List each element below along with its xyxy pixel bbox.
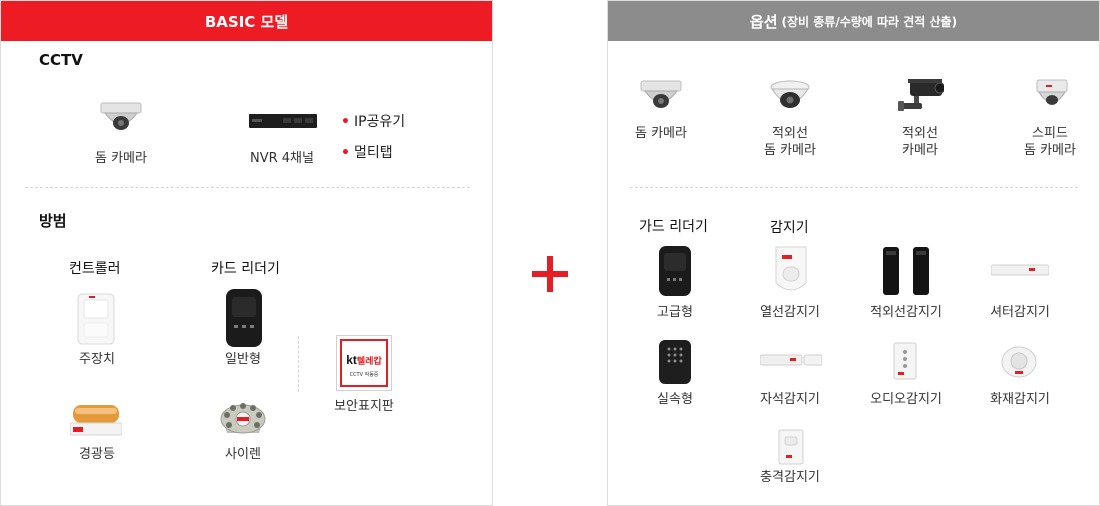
option-camera-4-label: 스피드 돔 카메라 [1000, 125, 1100, 159]
siren-label: 사이렌 [225, 447, 261, 462]
warning-light-label: 경광등 [79, 447, 115, 462]
dome-camera-icon [640, 80, 682, 108]
basic-divider [25, 187, 470, 188]
plus-icon [532, 256, 568, 292]
option-sensor-title: 감지기 [770, 220, 809, 236]
warning-light-icon [70, 405, 122, 436]
sensor-label-4: 자석감지기 [760, 392, 820, 407]
card-reader-group-title: 카드 리더기 [211, 261, 280, 277]
option-camera-3-line1: 적외선 [902, 126, 938, 141]
card-reader-label: 일반형 [225, 352, 261, 367]
option-divider [630, 187, 1078, 188]
sensor-label-2: 적외선감지기 [870, 305, 942, 320]
option-camera-2-line1: 적외선 [772, 126, 808, 141]
basic-header: BASIC 모델 [1, 1, 492, 41]
shock-sensor-icon [778, 429, 804, 465]
shutter-sensor-icon [991, 264, 1049, 276]
bullet-power-strip-text: 멀티탭 [353, 145, 393, 161]
dome-camera-icon [100, 102, 142, 130]
card-reader-basic-icon [659, 340, 691, 384]
option-camera-3-label: 적외선 카메라 [870, 125, 970, 159]
bullet-ip-router: • IP공유기 [341, 111, 405, 131]
bullet-power-strip: • 멀티탭 [341, 142, 393, 162]
main-controller-icon [77, 293, 115, 345]
security-section-title: 방범 [39, 212, 67, 230]
siren-icon [220, 403, 266, 434]
sensor-label-1: 열선감지기 [760, 305, 820, 320]
bullet-ip-router-text: IP공유기 [353, 114, 406, 130]
sign-divider [298, 336, 299, 392]
option-camera-2-line2: 돔 카메라 [764, 143, 816, 158]
audio-sensor-icon [893, 342, 917, 380]
bullet-dot: • [341, 114, 350, 130]
option-camera-4-line1: 스피드 [1032, 126, 1068, 141]
ir-beam-sensor-icon [883, 247, 929, 295]
option-camera-1-line1: 돔 카메라 [635, 126, 687, 141]
option-camera-4-line2: 돔 카메라 [1024, 143, 1076, 158]
option-panel: 옵션 (장비 종류/수량에 따라 견적 산출) 돔 카메라 적외선 돔 카메라 … [607, 0, 1100, 506]
sign-name-text: 텔레캅 [356, 356, 382, 366]
option-header-title: 옵션 [749, 12, 778, 31]
magnetic-sensor-icon [760, 354, 822, 366]
cctv-section-title: CCTV [39, 51, 83, 69]
basic-header-title: BASIC 모델 [204, 12, 289, 31]
sign-kt-text: kt [346, 353, 357, 367]
sign-sub-text: CCTV 작동중 [349, 372, 379, 378]
option-camera-3-line2: 카메라 [902, 143, 938, 158]
nvr-recorder-icon [249, 114, 317, 128]
fire-sensor-icon [1001, 346, 1037, 378]
sign-logo: kt텔레캅 [342, 354, 386, 367]
sensor-label-3: 셔터감지기 [990, 305, 1050, 320]
main-unit-label: 주장치 [79, 352, 115, 367]
option-camera-2-label: 적외선 돔 카메라 [740, 125, 840, 159]
speed-dome-icon [1036, 79, 1068, 105]
sign-inner: kt텔레캅 CCTV 작동중 [340, 339, 388, 387]
security-sign-icon: kt텔레캅 CCTV 작동중 [336, 335, 392, 391]
plus-vertical [547, 256, 553, 292]
option-header-sub: (장비 종류/수량에 따라 견적 산출) [781, 14, 958, 29]
basic-panel: BASIC 모델 CCTV 돔 카메라 NVR 4채널 • IP공유기 • 멀티탭 … [0, 0, 493, 506]
option-card-reader-title: 가드 리더기 [639, 219, 708, 235]
sensor-label-5: 오디오감지기 [870, 392, 942, 407]
nvr-label: NVR 4채널 [250, 151, 314, 166]
option-header: 옵션 (장비 종류/수량에 따라 견적 산출) [608, 1, 1099, 41]
ir-dome-camera-icon [770, 80, 810, 108]
card-reader-premium-label: 고급형 [657, 305, 693, 320]
option-camera-1-label: 돔 카메라 [611, 125, 711, 142]
security-sign-label: 보안표지판 [334, 399, 394, 414]
bullet-dot: • [341, 145, 350, 161]
ir-bullet-camera-icon [898, 79, 944, 111]
card-reader-basic-label: 실속형 [657, 392, 693, 407]
sensor-label-6: 화재감지기 [990, 392, 1050, 407]
sensor-label-7: 충격감지기 [760, 470, 820, 485]
card-reader-premium-icon [659, 246, 691, 296]
dome-camera-label: 돔 카메라 [95, 151, 147, 166]
controller-group-title: 컨트롤러 [69, 261, 121, 277]
pir-sensor-icon [775, 246, 807, 291]
card-reader-icon [226, 289, 262, 347]
